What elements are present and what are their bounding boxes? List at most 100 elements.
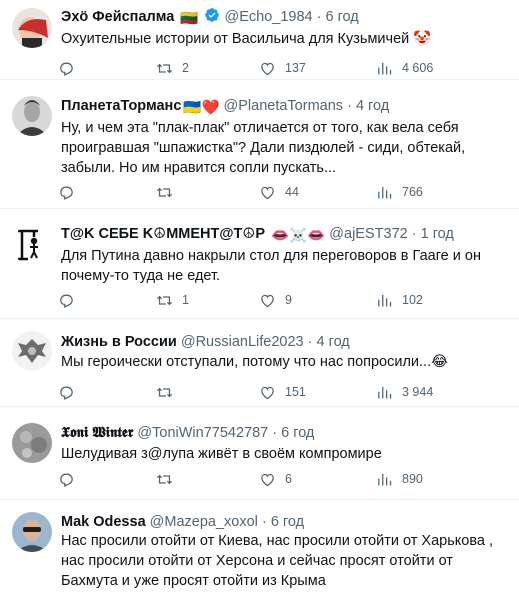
author-handle[interactable]: @Mazepa_xoxol [150,514,258,530]
tweet-text: Мы героически отступали, потому что нас … [61,354,449,370]
tweet[interactable]: ПланетаТорманс 🇺🇦❤️ @PlanetaTormans · 4 г… [0,80,519,209]
timestamp[interactable]: 6 год [271,514,304,530]
retweet-button[interactable]: 2 [156,59,189,77]
reply-icon [60,386,73,400]
action-bar: 6 890 [58,470,448,488]
facepalm-avatar-icon [12,8,52,48]
author-name[interactable]: Mak Odessa [61,514,146,530]
reply-button[interactable] [58,383,84,401]
retweet-button[interactable] [156,470,182,488]
reply-button[interactable] [58,291,84,309]
views-chart-icon [378,294,392,307]
view-count: 102 [402,293,423,307]
retweet-icon [156,295,173,305]
views-chart-icon [378,473,392,486]
action-bar: 44 766 [58,183,448,201]
tweet[interactable]: Эхӧ Фейспалма 🇱🇹 @Echo_1984 · 6 год Охуи… [0,0,519,80]
view-count: 4 606 [402,61,434,75]
reply-icon [60,473,73,487]
views-chart-icon [378,386,392,399]
avatar[interactable] [12,512,52,552]
retweet-button[interactable] [156,383,182,401]
name-emoji: 🇺🇦❤️ [183,100,220,116]
retweet-button[interactable] [156,183,182,201]
author-handle[interactable]: @ajEST372 [329,226,407,242]
tweet[interactable]: 𝖃𝖔𝖓𝖎 𝖂𝖎𝖓𝖙𝖊𝖗 @ToniWin77542787 · 6 год Шел… [0,407,519,500]
avatar[interactable] [12,331,52,371]
separator-dot: · [261,514,267,530]
tweet-text: Охуительные истории от Васильича для Куз… [61,31,432,47]
author-name[interactable]: Жизнь в России [61,334,177,350]
separator-dot: · [272,425,278,441]
views-button[interactable]: 102 [376,291,423,309]
like-count: 151 [285,385,306,399]
author-handle[interactable]: @ToniWin77542787 [137,425,268,441]
like-button[interactable]: 44 [259,183,299,201]
retweet-count: 1 [182,293,189,307]
action-bar: 1 9 102 [58,291,448,309]
views-button[interactable]: 3 944 [376,383,433,401]
retweet-button[interactable]: 1 [156,291,189,309]
man-sunglasses-avatar-icon [12,512,52,552]
verified-badge-icon [204,7,220,27]
heart-icon [261,386,274,399]
heart-icon [261,186,274,199]
avatar[interactable] [12,225,52,265]
author-name[interactable]: ПланетаТорманс [61,98,181,114]
author-handle[interactable]: @PlanetaTormans [224,98,344,114]
like-count: 44 [285,185,299,199]
like-count: 6 [285,472,292,486]
man-portrait-avatar-icon [12,96,52,136]
tweet-text: Ну, и чем эта "плак-плак" отличается от … [61,120,466,176]
retweet-icon [156,474,173,484]
heart-icon [261,473,274,486]
view-count: 766 [402,185,423,199]
avatar[interactable] [12,96,52,136]
separator-dot: · [307,334,313,350]
author-handle[interactable]: @RussianLife2023 [181,334,304,350]
avatar[interactable] [12,423,52,463]
timestamp[interactable]: 4 год [356,98,389,114]
tweet[interactable]: T@K CEБE K☮MMEHT@T☮P 👄☠️👄 @ajEST372 · 1 … [0,209,519,319]
views-button[interactable]: 890 [376,470,423,488]
timestamp[interactable]: 6 год [281,425,314,441]
retweet-count: 2 [182,61,189,75]
heart-icon [261,62,274,75]
tweet[interactable]: Mak Odessa @Mazepa_xoxol · 6 год Нас про… [0,500,519,594]
reply-button[interactable] [58,470,84,488]
like-button[interactable]: 9 [259,291,292,309]
action-bar: 151 3 944 [58,383,448,401]
stone-avatar-icon [12,423,52,463]
tweet[interactable]: Жизнь в России @RussianLife2023 · 4 год … [0,319,519,407]
separator-dot: · [347,98,352,114]
view-count: 3 944 [402,385,434,399]
reply-icon [60,186,73,200]
reply-button[interactable] [58,183,84,201]
author-name[interactable]: T@K CEБE K☮MMEHT@T☮P [61,226,265,242]
tweet-text: Нас просили отойти от Киева, нас просили… [61,533,494,589]
timestamp[interactable]: 6 год [325,9,358,25]
view-count: 890 [402,472,423,486]
views-button[interactable]: 4 606 [376,59,433,77]
author-handle[interactable]: @Echo_1984 [224,9,312,25]
separator-dot: · [316,9,322,25]
separator-dot: · [411,226,417,242]
like-button[interactable]: 137 [259,59,306,77]
views-chart-icon [378,186,392,199]
eagle-emblem-avatar-icon [12,331,52,371]
timestamp[interactable]: 1 год [421,226,454,242]
author-name[interactable]: 𝖃𝖔𝖓𝖎 𝖂𝖎𝖓𝖙𝖊𝖗 [61,425,133,441]
action-bar: 2 137 4 606 [58,59,448,77]
reply-icon [60,62,73,76]
avatar[interactable] [12,8,52,48]
reply-button[interactable] [58,59,84,77]
tweet-text: Шелудивая з@лупа живёт в своём компромир… [61,446,382,462]
name-emoji: 🇱🇹 [180,11,199,27]
heart-icon [261,294,274,307]
timestamp[interactable]: 4 год [317,334,350,350]
like-button[interactable]: 151 [259,383,306,401]
like-button[interactable]: 6 [259,470,292,488]
author-name[interactable]: Эхӧ Фейспалма [61,9,174,25]
views-button[interactable]: 766 [376,183,423,201]
gallows-avatar-icon [12,225,52,265]
